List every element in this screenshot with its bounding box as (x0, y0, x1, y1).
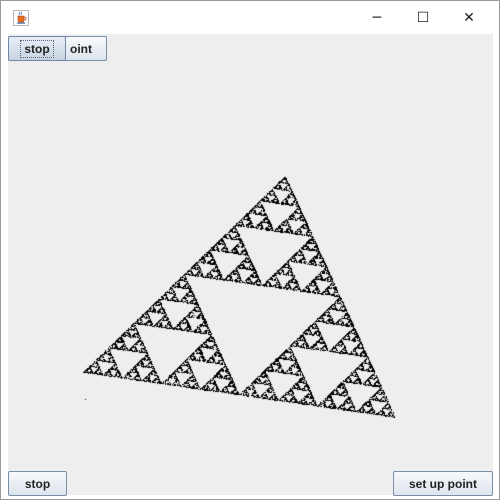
stop-label-top: stop (20, 39, 54, 58)
stop-button-top[interactable]: stop (8, 36, 66, 61)
set-up-point-label-bottom: set up point (409, 476, 477, 491)
app-window: ─ ☐ ✕ oint stop stop set up point (0, 0, 500, 500)
minimize-icon: ─ (372, 9, 382, 26)
close-icon: ✕ (463, 9, 475, 26)
title-bar[interactable]: ─ ☐ ✕ (1, 1, 499, 34)
stop-label-bottom: stop (24, 476, 51, 491)
stop-button-bottom[interactable]: stop (8, 471, 67, 496)
maximize-icon: ☐ (416, 9, 430, 26)
minimize-button[interactable]: ─ (354, 1, 400, 34)
sierpinski-canvas[interactable] (8, 34, 493, 495)
java-cup-icon[interactable] (13, 10, 29, 26)
content-panel: oint stop stop set up point (8, 34, 493, 496)
close-button[interactable]: ✕ (446, 1, 492, 34)
set-up-point-label-top: oint (70, 41, 92, 56)
set-up-point-button-bottom[interactable]: set up point (393, 471, 493, 496)
maximize-button[interactable]: ☐ (400, 1, 446, 34)
